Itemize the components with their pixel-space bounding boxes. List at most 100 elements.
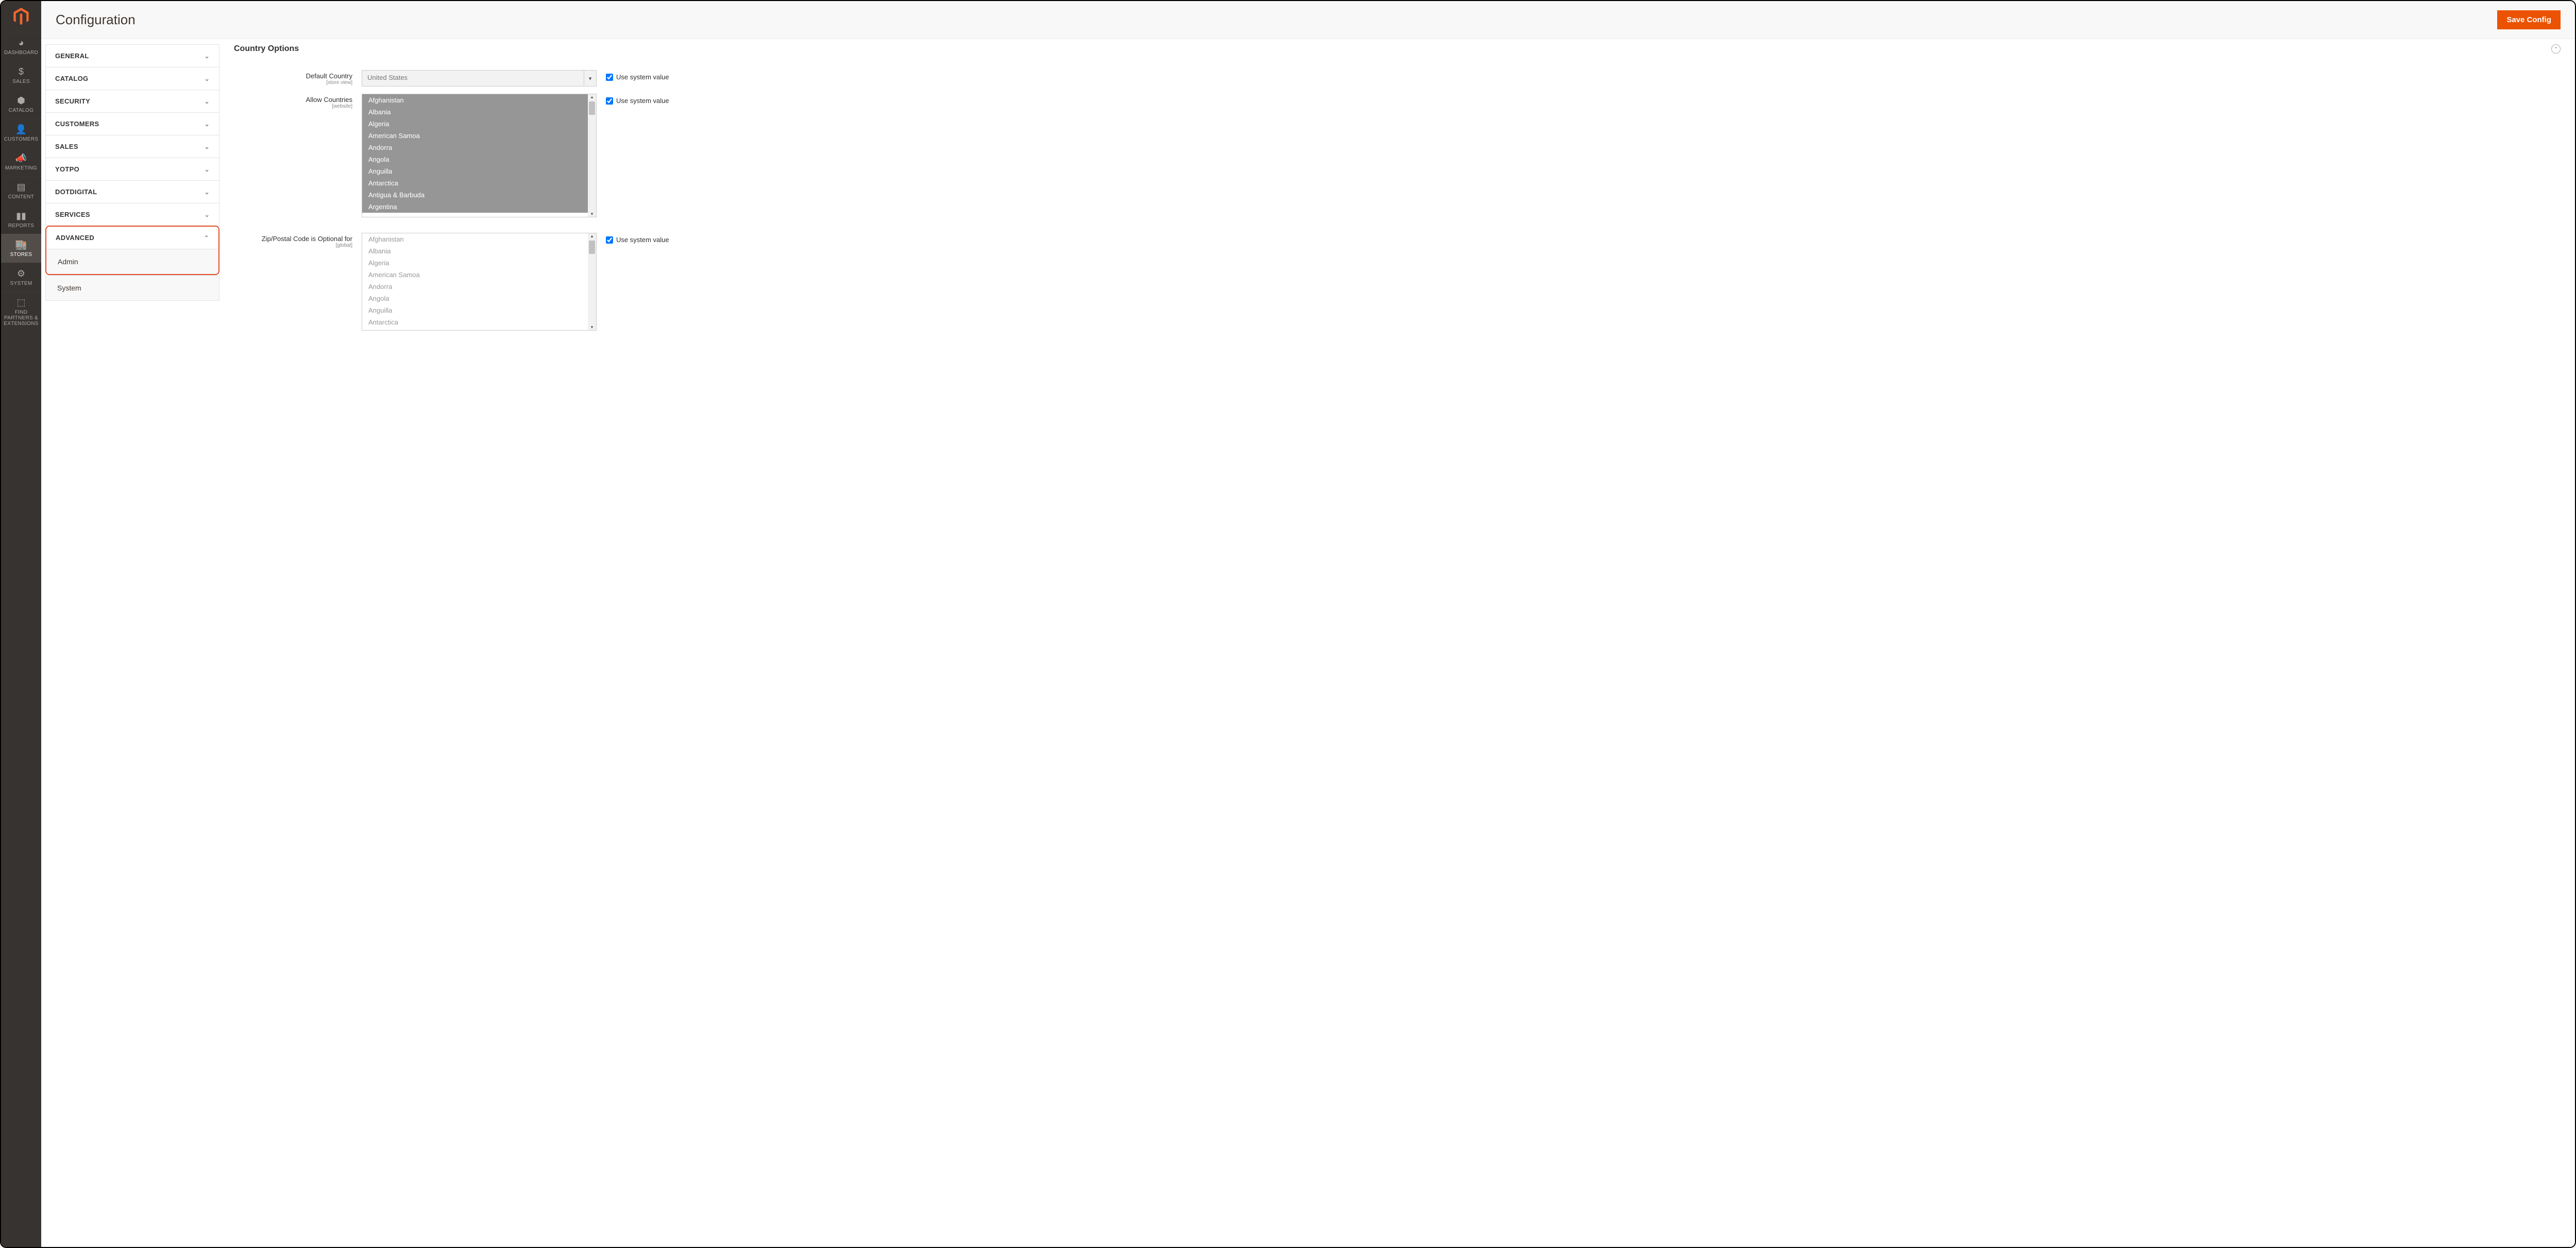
chevron-down-icon: ⌄ — [205, 166, 210, 173]
nav-content[interactable]: ▤ CONTENT — [1, 176, 41, 205]
config-group-services[interactable]: SERVICES⌄ — [45, 203, 219, 226]
checkbox-input[interactable] — [606, 97, 613, 105]
nav-dashboard[interactable]: ◕ DASHBOARD — [1, 32, 41, 61]
nav-partners[interactable]: ⬚ FIND PARTNERS & EXTENSIONS — [1, 292, 41, 332]
nav-label: REPORTS — [8, 223, 34, 229]
group-label: DOTDIGITAL — [55, 188, 97, 196]
config-group-yotpo[interactable]: YOTPO⌄ — [45, 158, 219, 181]
group-label: CUSTOMERS — [55, 120, 99, 128]
nav-label: SALES — [12, 79, 30, 84]
checkbox-label: Use system value — [616, 236, 669, 244]
highlight-advanced: ADVANCED⌃ Admin — [45, 226, 219, 275]
list-item[interactable]: American Samoa — [362, 130, 596, 142]
list-item[interactable]: Angola — [362, 153, 596, 165]
chevron-down-icon: ▾ — [584, 71, 596, 86]
puzzle-icon: ⬚ — [16, 297, 25, 307]
config-subitem-admin[interactable]: Admin — [46, 249, 218, 274]
default-country-select[interactable]: United States ▾ — [362, 70, 597, 87]
list-item[interactable]: Antarctica — [362, 177, 596, 189]
scroll-down-icon[interactable]: ▾ — [591, 211, 594, 217]
config-nav: GENERAL⌄ CATALOG⌄ SECURITY⌄ CUSTOMERS⌄ S… — [45, 39, 219, 1247]
bar-chart-icon: ▮▮ — [16, 211, 26, 221]
list-item[interactable]: Angola — [362, 293, 596, 304]
config-group-customers[interactable]: CUSTOMERS⌄ — [45, 113, 219, 135]
nav-reports[interactable]: ▮▮ REPORTS — [1, 205, 41, 234]
checkbox-input[interactable] — [606, 236, 613, 244]
use-system-checkbox[interactable]: Use system value — [606, 70, 669, 81]
list-item[interactable]: Afghanistan — [362, 94, 596, 106]
collapse-icon[interactable]: ⌃ — [2551, 44, 2561, 54]
nav-stores[interactable]: 🏬 STORES — [1, 234, 41, 263]
checkbox-input[interactable] — [606, 74, 613, 81]
megaphone-icon: 📣 — [15, 153, 27, 163]
field-label: Default Country [store view] — [234, 70, 352, 86]
scrollbar[interactable]: ▴ ▾ — [588, 233, 596, 330]
nav-customers[interactable]: 👤 CUSTOMERS — [1, 118, 41, 147]
magento-logo[interactable] — [1, 1, 41, 32]
save-config-button[interactable]: Save Config — [2497, 10, 2561, 29]
list-item[interactable]: Albania — [362, 106, 596, 118]
config-group-advanced[interactable]: ADVANCED⌃ — [46, 227, 218, 249]
list-item[interactable]: Algeria — [362, 118, 596, 130]
nav-label: FIND PARTNERS & EXTENSIONS — [3, 310, 39, 327]
list-item[interactable]: Antarctica — [362, 316, 596, 328]
scrollbar-thumb[interactable] — [589, 101, 595, 115]
select-value: United States — [362, 71, 584, 86]
scrollbar-thumb[interactable] — [589, 241, 595, 254]
config-group-catalog[interactable]: CATALOG ⌄ — [45, 67, 219, 90]
chevron-down-icon: ⌄ — [205, 53, 210, 60]
nav-sales[interactable]: $ SALES — [1, 61, 41, 90]
use-system-checkbox[interactable]: Use system value — [606, 94, 669, 105]
config-group-general[interactable]: GENERAL ⌄ — [45, 44, 219, 67]
checkbox-label: Use system value — [616, 97, 669, 105]
section-header[interactable]: Country Options ⌃ — [234, 44, 2561, 57]
scroll-up-icon[interactable]: ▴ — [591, 94, 594, 100]
chevron-down-icon: ⌄ — [205, 75, 210, 82]
gear-icon: ⚙ — [17, 268, 25, 279]
list-item[interactable]: Anguilla — [362, 304, 596, 316]
scroll-down-icon[interactable]: ▾ — [591, 324, 594, 330]
scroll-up-icon[interactable]: ▴ — [591, 233, 594, 239]
list-item[interactable]: Andorra — [362, 281, 596, 293]
list-item[interactable]: Algeria — [362, 257, 596, 269]
config-subitem-system[interactable]: System — [45, 275, 219, 301]
nav-label: CUSTOMERS — [4, 136, 38, 142]
list-item[interactable]: Antigua & Barbuda — [362, 189, 596, 201]
zip-optional-multiselect[interactable]: Afghanistan Albania Algeria American Sam… — [362, 233, 597, 331]
scrollbar[interactable]: ▴ ▾ — [588, 94, 596, 217]
subitem-label: System — [46, 276, 219, 300]
chevron-down-icon: ⌄ — [205, 143, 210, 150]
list-item[interactable]: Afghanistan — [362, 233, 596, 245]
group-label: GENERAL — [55, 52, 89, 60]
group-label: SECURITY — [55, 97, 90, 105]
list-item[interactable]: American Samoa — [362, 269, 596, 281]
nav-catalog[interactable]: ⬢ CATALOG — [1, 90, 41, 118]
list-item[interactable]: Andorra — [362, 142, 596, 153]
main-area: Configuration Save Config GENERAL ⌄ CATAL… — [41, 1, 2575, 1247]
config-group-security[interactable]: SECURITY⌄ — [45, 90, 219, 113]
field-default-country: Default Country [store view] United Stat… — [234, 70, 2561, 87]
list-item[interactable]: Argentina — [362, 201, 596, 213]
use-system-checkbox[interactable]: Use system value — [606, 233, 669, 244]
allow-countries-multiselect[interactable]: Afghanistan Albania Algeria American Sam… — [362, 94, 597, 217]
chevron-down-icon: ⌄ — [205, 189, 210, 196]
list-item[interactable]: Albania — [362, 245, 596, 257]
config-group-sales[interactable]: SALES ⌄ — [45, 135, 219, 158]
nav-marketing[interactable]: 📣 MARKETING — [1, 147, 41, 176]
label-text: Allow Countries — [234, 96, 352, 104]
admin-sidebar: ◕ DASHBOARD $ SALES ⬢ CATALOG 👤 CUSTOMER… — [1, 1, 41, 1247]
list-item[interactable]: Anguilla — [362, 165, 596, 177]
chevron-down-icon: ⌄ — [205, 211, 210, 218]
nav-label: STORES — [10, 252, 32, 258]
nav-system[interactable]: ⚙ SYSTEM — [1, 263, 41, 292]
magento-logo-icon — [13, 8, 29, 25]
page-header: Configuration Save Config — [41, 1, 2575, 39]
storefront-icon: 🏬 — [15, 240, 27, 250]
multiselect-list: Afghanistan Albania Algeria American Sam… — [362, 233, 597, 331]
app-frame: ◕ DASHBOARD $ SALES ⬢ CATALOG 👤 CUSTOMER… — [0, 0, 2576, 1248]
group-label: SALES — [55, 143, 78, 150]
config-group-dotdigital[interactable]: DOTDIGITAL ⌄ — [45, 181, 219, 203]
chevron-up-icon: ⌃ — [204, 234, 209, 242]
label-text: Zip/Postal Code is Optional for — [234, 235, 352, 243]
group-label: CATALOG — [55, 75, 88, 82]
